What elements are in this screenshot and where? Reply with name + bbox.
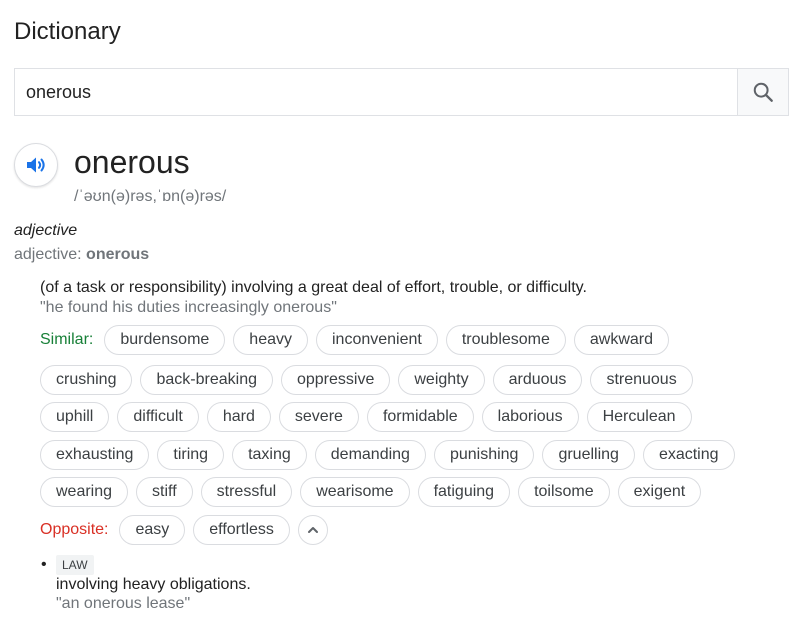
synonym-chip[interactable]: severe (278, 402, 359, 432)
synonym-chip[interactable]: uphill (40, 402, 110, 432)
example: "he found his duties increasingly onerou… (40, 299, 337, 316)
chevron-up-icon (307, 527, 318, 533)
synonym-chip[interactable]: taxing (232, 440, 307, 470)
phonetic: /ˈəʊn(ə)rəs,ˈɒn(ə)rəs/ (74, 188, 227, 205)
headword: onerous (74, 144, 190, 180)
synonym-chip[interactable]: heavy (233, 325, 308, 355)
synonym-chip[interactable]: wearisome (300, 477, 410, 507)
part-of-speech-line: adjective: onerous (14, 246, 149, 264)
pronunciation-button[interactable] (14, 143, 58, 187)
synonym-chip[interactable]: stiff (136, 477, 193, 507)
definition: (of a task or responsibility) involving … (40, 279, 587, 296)
synonym-chip[interactable]: wearing (40, 477, 129, 507)
search-box (14, 68, 789, 116)
sense-definition: involving heavy obligations. (56, 576, 251, 593)
synonym-chip[interactable]: stressful (200, 477, 293, 507)
domain-tag: LAW (56, 555, 94, 575)
synonym-row: Similar: burdensome heavy inconvenient t… (40, 325, 670, 355)
synonym-chip[interactable]: weighty (398, 365, 485, 395)
synonym-chip[interactable]: demanding (314, 440, 426, 470)
synonym-chip[interactable]: Herculean (586, 402, 692, 432)
pos-prefix: adjective: (14, 246, 82, 263)
synonym-chip[interactable]: oppressive (280, 365, 391, 395)
antonym-chip[interactable]: easy (119, 515, 186, 545)
synonym-chip[interactable]: inconvenient (316, 325, 438, 355)
synonym-chip[interactable]: laborious (481, 402, 579, 432)
synonym-chip[interactable]: punishing (433, 440, 535, 470)
sense-example: "an onerous lease" (56, 595, 191, 612)
synonym-chip[interactable]: crushing (40, 365, 133, 395)
page-title: Dictionary (14, 18, 121, 45)
synonym-chip[interactable]: hard (206, 402, 271, 432)
speaker-icon (27, 157, 45, 173)
synonym-chip[interactable]: exacting (642, 440, 735, 470)
synonym-row: uphill difficult hard severe formidable … (40, 402, 692, 432)
synonym-chip[interactable]: difficult (117, 402, 199, 432)
synonym-chip[interactable]: toilsome (518, 477, 610, 507)
synonym-chip[interactable]: strenuous (590, 365, 693, 395)
antonym-chip[interactable]: effortless (193, 515, 290, 545)
sense-bullet: • (41, 556, 47, 573)
search-button[interactable] (737, 69, 788, 115)
synonym-row: wearing stiff stressful wearisome fatigu… (40, 477, 702, 507)
synonym-chip[interactable]: troublesome (445, 325, 566, 355)
synonym-row: exhausting tiring taxing demanding punis… (40, 440, 735, 470)
synonym-chip[interactable]: tiring (157, 440, 225, 470)
synonym-chip[interactable]: burdensome (104, 325, 226, 355)
synonym-chip[interactable]: exigent (617, 477, 702, 507)
synonym-chip[interactable]: formidable (366, 402, 474, 432)
synonym-chip[interactable]: gruelling (542, 440, 635, 470)
pos-word: onerous (86, 246, 150, 263)
antonym-row: Opposite: easy effortless (40, 515, 328, 545)
opposite-label: Opposite: (40, 521, 109, 538)
synonym-chip[interactable]: awkward (573, 325, 670, 355)
synonym-chip[interactable]: back-breaking (140, 365, 273, 395)
synonym-chip[interactable]: fatiguing (417, 477, 511, 507)
search-input[interactable] (15, 69, 737, 115)
part-of-speech: adjective (14, 222, 78, 239)
synonym-chip[interactable]: exhausting (40, 440, 150, 470)
synonym-chip[interactable]: arduous (492, 365, 583, 395)
collapse-button[interactable] (297, 515, 328, 545)
similar-label: Similar: (40, 331, 94, 348)
search-icon (753, 82, 773, 102)
synonym-row: crushing back-breaking oppressive weight… (40, 365, 693, 395)
